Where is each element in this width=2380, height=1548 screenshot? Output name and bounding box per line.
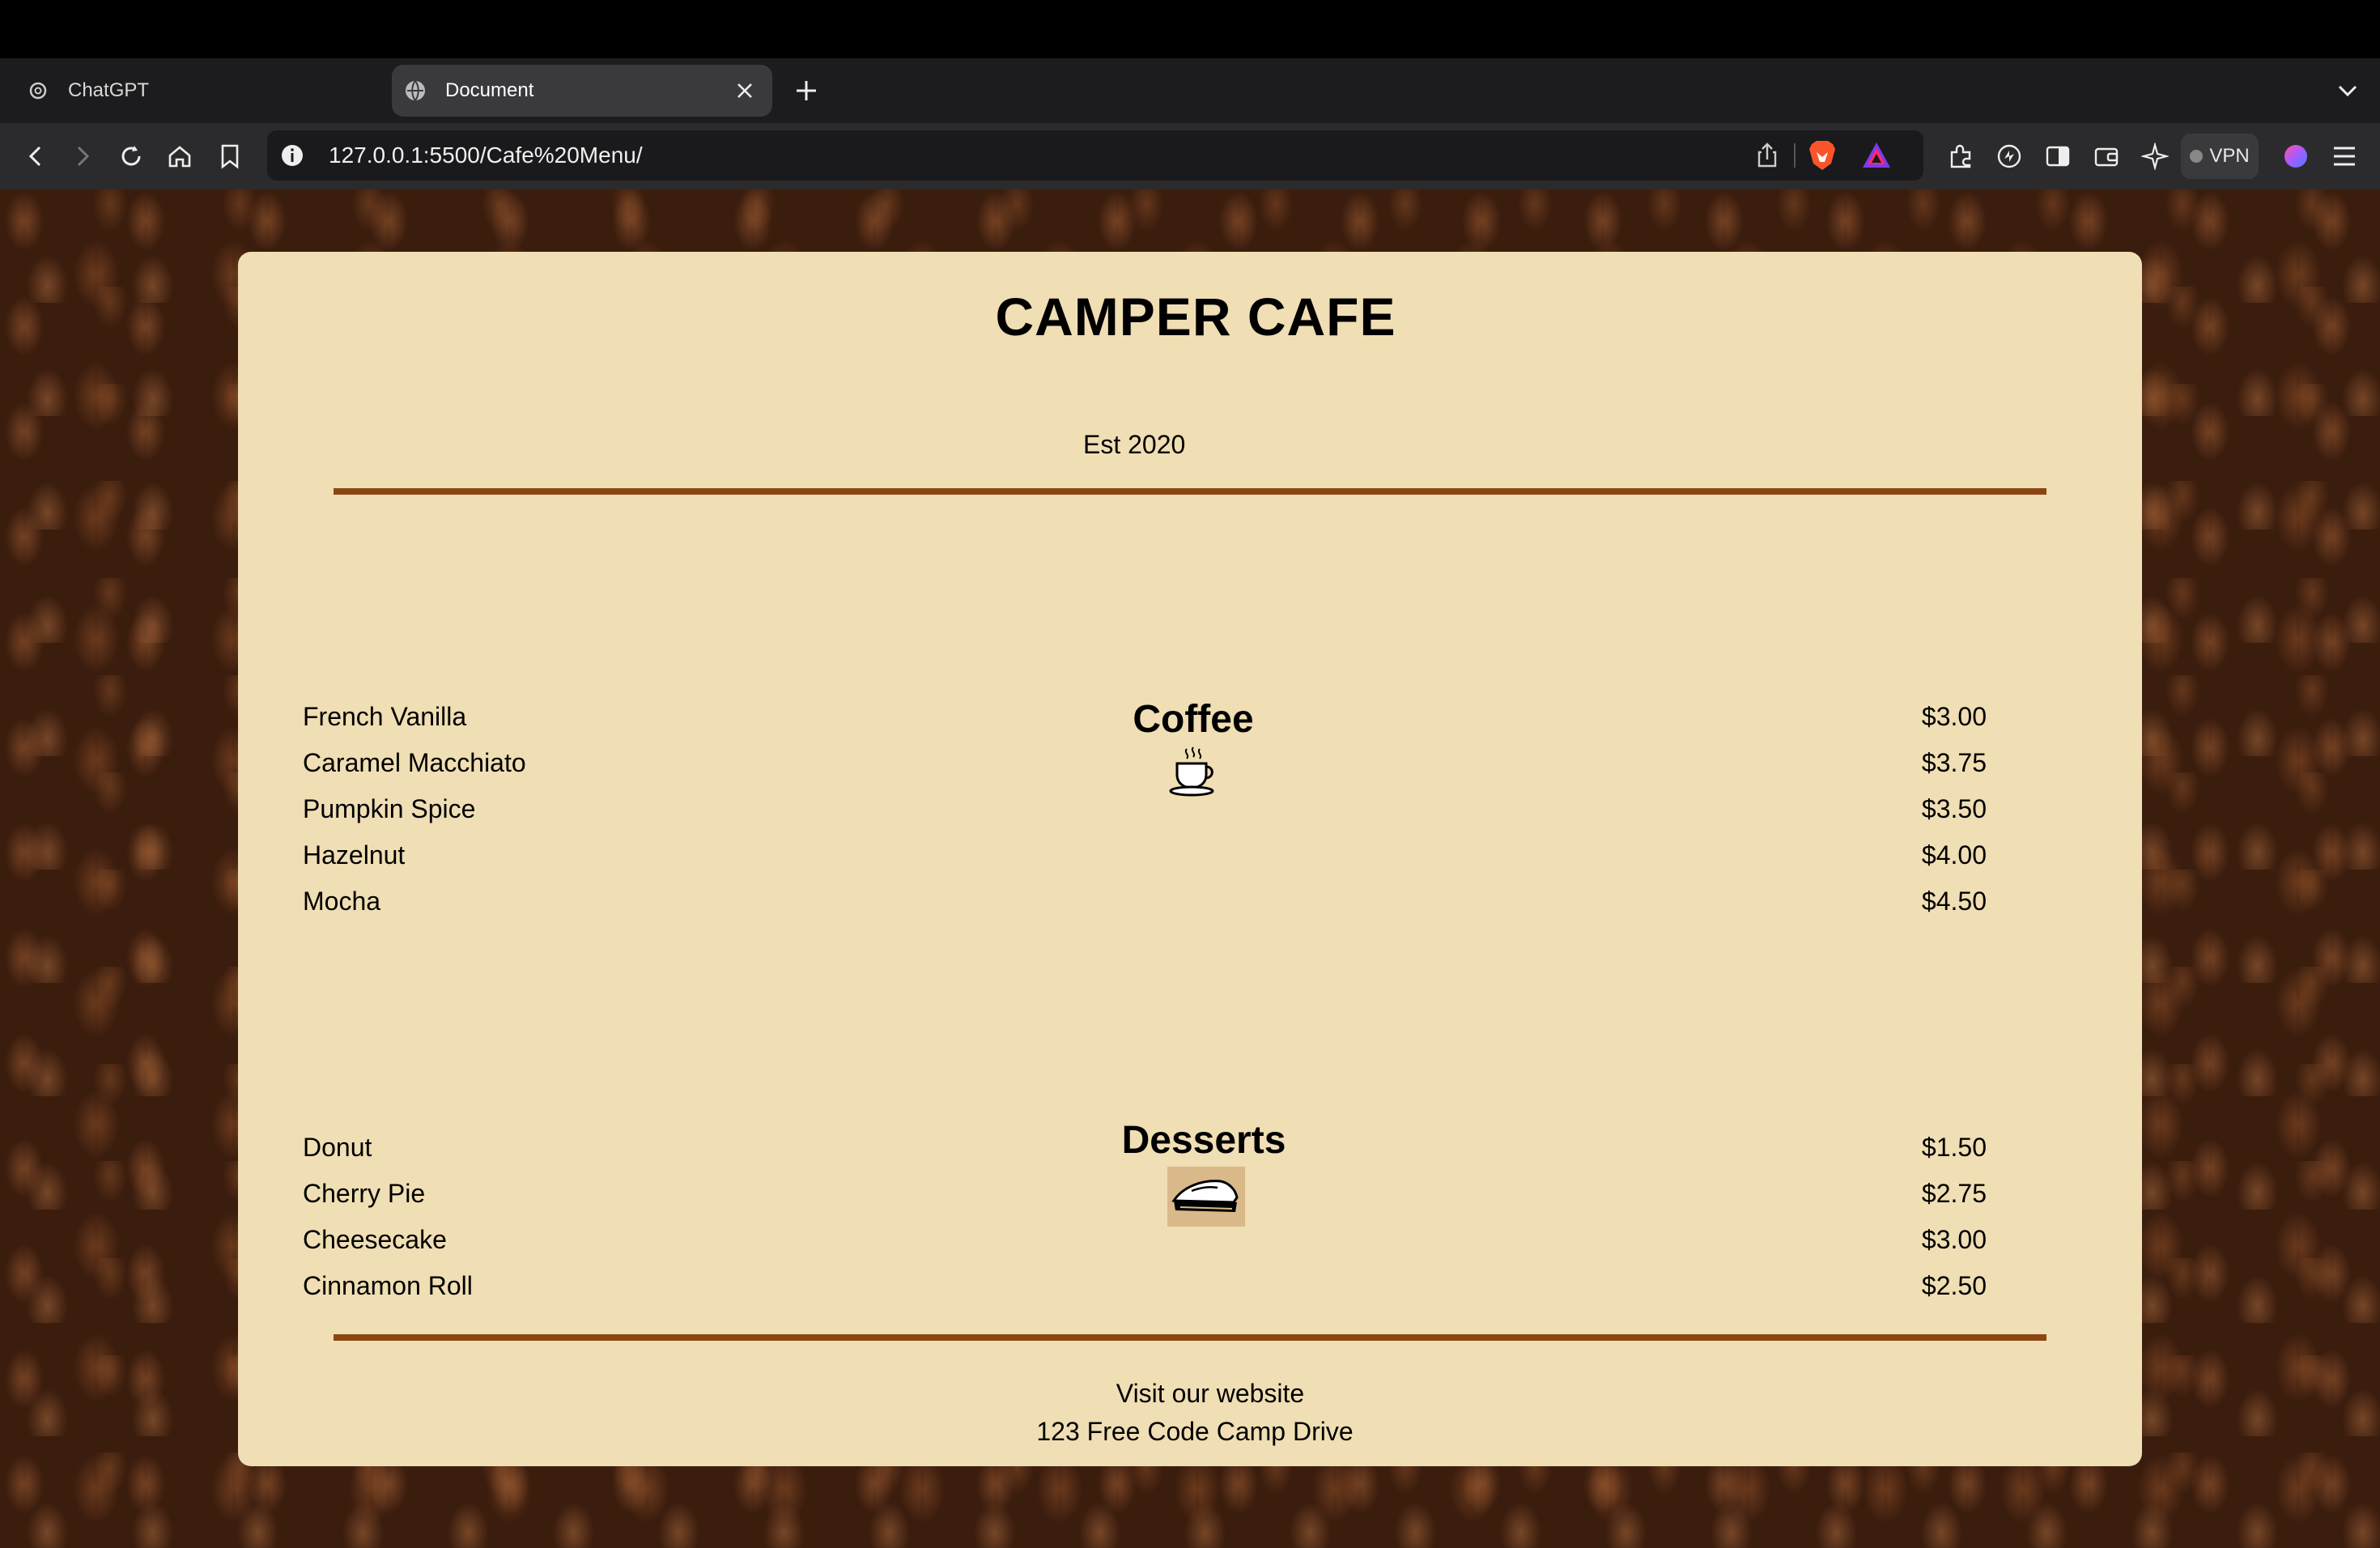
address-text: 123 Free Code Camp Drive [1036,1417,1354,1446]
sidebar-icon[interactable] [2042,140,2074,172]
item-name: Cheesecake [303,1225,447,1254]
website-link[interactable]: Visit our website [238,1379,2142,1409]
brave-rewards-icon[interactable] [1860,140,1893,171]
vpn-label: VPN [2209,145,2250,167]
menu-item-french-vanilla: French Vanilla $3.00 [303,702,1987,734]
cafe-title: CAMPER CAFE [995,287,1396,347]
item-price: $3.00 [1921,1225,1987,1254]
menu-item-donut: Donut $1.50 [303,1133,1987,1165]
item-name: Mocha [303,887,381,916]
item-name: Donut [303,1133,372,1162]
item-price: $4.00 [1921,840,1987,870]
tab-chatgpt[interactable]: ChatGPT [15,65,379,117]
menu-item-mocha: Mocha $4.50 [303,887,1987,919]
bottom-divider [334,1334,2046,1341]
menu-item-cheesecake: Cheesecake $3.00 [303,1225,1987,1257]
forward-icon[interactable] [66,140,99,172]
address-bar[interactable]: 127.0.0.1:5500/Cafe%20Menu/ [267,130,1923,181]
plus-icon [797,81,816,100]
item-price: $4.50 [1921,887,1987,916]
menu-card: CAMPER CAFE Est 2020 Coffee French Vanil… [238,252,2142,1466]
leo-ai-icon[interactable] [1993,140,2025,172]
site-info-icon[interactable] [278,142,306,169]
item-name: Caramel Macchiato [303,748,526,777]
menu-item-caramel-macchiato: Caramel Macchiato $3.75 [303,748,1987,780]
item-price: $3.00 [1921,702,1987,731]
ai-sparkle-icon[interactable] [2139,140,2171,172]
menu-item-cinnamon-roll: Cinnamon Roll $2.50 [303,1271,1987,1303]
brave-shields-icon[interactable] [1807,139,1838,172]
item-price: $2.75 [1921,1179,1987,1208]
tab-label: Document [445,79,534,101]
url-text[interactable]: 127.0.0.1:5500/Cafe%20Menu/ [329,142,643,168]
item-name: French Vanilla [303,702,467,731]
tab-label: ChatGPT [68,79,150,101]
item-price: $3.50 [1921,794,1987,823]
menu-hamburger-icon[interactable] [2328,140,2361,172]
extensions-icon[interactable] [1944,140,1977,172]
menu-item-hazelnut: Hazelnut $4.00 [303,840,1987,873]
established-text: Est 2020 [1083,430,1186,459]
wallet-icon[interactable] [2090,140,2123,172]
item-name: Pumpkin Spice [303,794,476,823]
top-divider [334,488,2046,495]
tab-strip: ChatGPT Document [0,58,2380,123]
openai-logo-icon [26,79,50,103]
bookmark-icon[interactable] [214,140,246,172]
address-bar-divider [1794,143,1796,168]
globe-icon [403,79,427,103]
item-name: Cinnamon Roll [303,1271,473,1300]
vpn-button[interactable]: VPN [2181,134,2259,179]
item-price: $1.50 [1921,1133,1987,1162]
browser-toolbar: 127.0.0.1:5500/Cafe%20Menu/ VPN [0,123,2380,189]
reload-icon[interactable] [115,140,147,172]
new-tab-button[interactable] [790,74,822,107]
window-top-bar [0,0,2380,58]
page-viewport: CAMPER CAFE Est 2020 Coffee French Vanil… [0,189,2380,1548]
vpn-status-dot [2190,150,2204,163]
share-icon[interactable] [1753,142,1781,169]
item-price: $3.75 [1921,748,1987,777]
home-icon[interactable] [164,140,196,172]
menu-item-pumpkin-spice: Pumpkin Spice $3.50 [303,794,1987,827]
close-tab-icon[interactable] [732,78,758,104]
profile-avatar-icon[interactable] [2280,140,2312,172]
menu-item-cherry-pie: Cherry Pie $2.75 [303,1179,1987,1211]
back-icon[interactable] [19,140,52,172]
item-name: Hazelnut [303,840,406,870]
tab-document[interactable]: Document [392,65,772,117]
item-price: $2.50 [1921,1271,1987,1300]
item-name: Cherry Pie [303,1179,426,1208]
tab-list-chevron-icon[interactable] [2333,76,2362,105]
